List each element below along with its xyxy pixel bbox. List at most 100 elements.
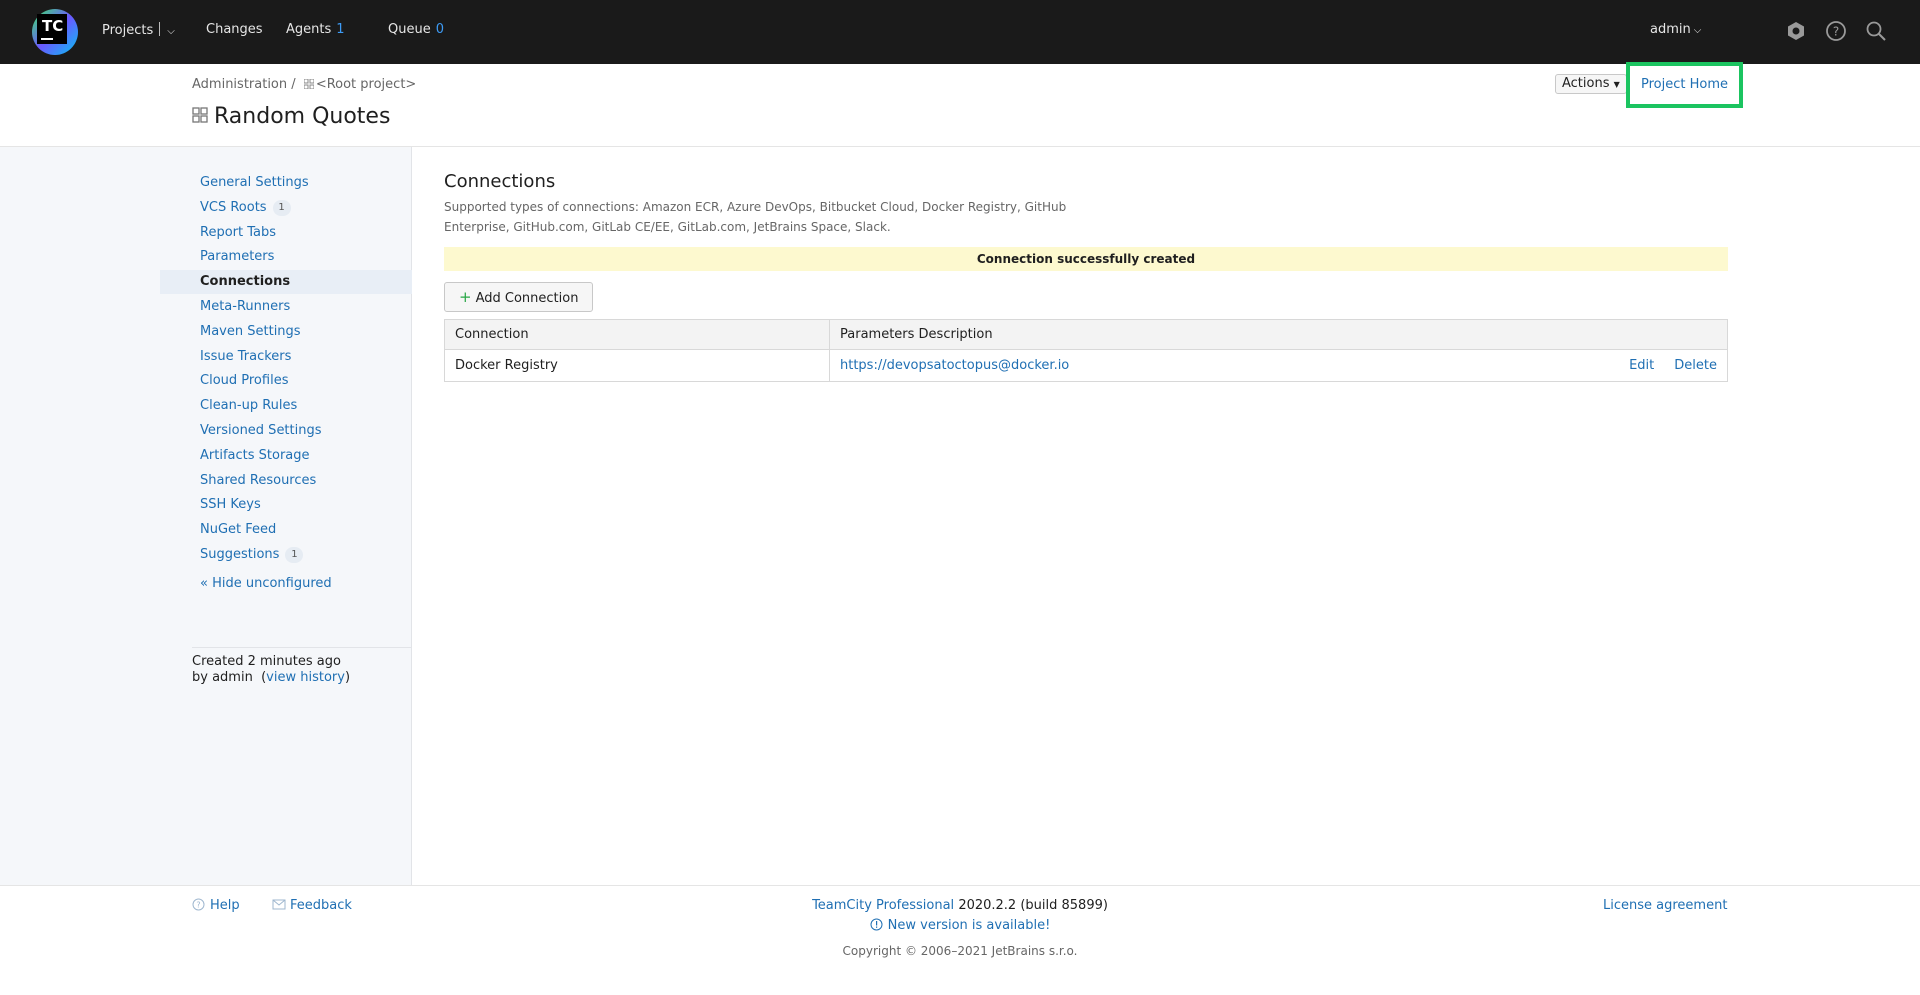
agents-link[interactable]: Agents 1 <box>286 22 345 37</box>
plus-icon: + <box>459 288 472 306</box>
sidebar-item-general-settings[interactable]: General Settings <box>160 171 412 195</box>
sidebar-item-label: Meta-Runners <box>200 299 291 314</box>
sidebar-item-label: Maven Settings <box>200 324 301 339</box>
queue-count: 0 <box>435 22 444 37</box>
add-connection-label: Add Connection <box>475 291 579 306</box>
created-info: Created 2 minutes ago by admin (view his… <box>192 654 350 686</box>
new-version-notice: New version is available! <box>0 918 1920 933</box>
administration-gear-icon[interactable] <box>1785 20 1807 42</box>
sidebar-item-label: Connections <box>200 274 291 289</box>
table-header-row: Connection Parameters Description <box>444 319 1728 350</box>
breadcrumb-root-project[interactable]: <Root project> <box>316 77 417 92</box>
copyright: Copyright © 2006–2021 JetBrains s.r.o. <box>842 944 1078 958</box>
page-title-text: Random Quotes <box>214 104 391 129</box>
agents-count: 1 <box>336 22 345 37</box>
breadcrumb-separator: / <box>291 77 296 92</box>
sidebar-item-label: Parameters <box>200 249 275 264</box>
sidebar-item-vcs-roots[interactable]: VCS Roots 1 <box>160 196 412 220</box>
sidebar-item-label: Issue Trackers <box>200 349 292 364</box>
page-title: Random Quotes <box>192 104 390 129</box>
project-icon <box>303 78 315 90</box>
table-row: Docker Registry https://devopsatoctopus@… <box>444 349 1728 382</box>
projects-menu[interactable]: Projects ⌵ <box>102 22 175 38</box>
sidebar-item-meta-runners[interactable]: Meta-Runners <box>160 295 412 319</box>
project-icon <box>192 104 208 123</box>
breadcrumb: Administration / <Root project> <box>192 77 416 92</box>
view-history-link[interactable]: view history <box>266 670 345 685</box>
sidebar-item-label: Report Tabs <box>200 225 277 240</box>
svg-text:?: ? <box>1833 25 1839 39</box>
success-message: Connection successfully created <box>444 247 1728 271</box>
column-header-parameters: Parameters Description <box>829 319 1728 350</box>
delete-link[interactable]: Delete <box>1674 358 1717 373</box>
user-label: admin <box>1650 22 1691 37</box>
version-text: 2020.2.2 (build 85899) <box>958 898 1108 913</box>
created-line: Created 2 minutes ago <box>192 654 341 669</box>
sidebar-item-clean-up-rules[interactable]: Clean-up Rules <box>160 394 412 418</box>
sidebar-divider <box>192 647 412 648</box>
hide-unconfigured-link[interactable]: « Hide unconfigured <box>200 576 332 591</box>
queue-link[interactable]: Queue 0 <box>388 22 444 37</box>
sidebar-item-label: Clean-up Rules <box>200 398 298 413</box>
search-icon[interactable] <box>1865 20 1887 42</box>
chevron-down-icon[interactable]: ⌵ <box>167 26 175 37</box>
sidebar-item-issue-trackers[interactable]: Issue Trackers <box>160 345 412 369</box>
license-agreement-link[interactable]: License agreement <box>1603 898 1727 913</box>
sidebar-item-label: Artifacts Storage <box>200 448 310 463</box>
sidebar-item-label: Suggestions <box>200 547 280 562</box>
created-by-line: by admin (view history) <box>192 670 350 686</box>
sidebar-item-label: NuGet Feed <box>200 522 277 537</box>
parameters-link[interactable]: https://devopsatoctopus@docker.io <box>840 358 1069 373</box>
column-header-connection: Connection <box>444 319 830 350</box>
parameters-description: https://devopsatoctopus@docker.io <box>829 349 1598 382</box>
chevron-down-icon: ⌵ <box>1693 25 1702 36</box>
sidebar-item-label: SSH Keys <box>200 497 261 512</box>
sidebar-item-ssh-keys[interactable]: SSH Keys <box>160 493 412 517</box>
sidebar-item-versioned-settings[interactable]: Versioned Settings <box>160 419 412 443</box>
sidebar-item-artifacts-storage[interactable]: Artifacts Storage <box>160 444 412 468</box>
section-description: Supported types of connections: Amazon E… <box>444 200 1067 234</box>
sidebar-item-cloud-profiles[interactable]: Cloud Profiles <box>160 369 412 393</box>
view-history-paren-close: ) <box>344 670 351 685</box>
projects-label: Projects <box>102 23 154 38</box>
created-by: by admin <box>192 670 253 685</box>
sidebar-item-maven-settings[interactable]: Maven Settings <box>160 320 412 344</box>
agents-label: Agents <box>286 22 332 37</box>
sidebar-item-suggestions[interactable]: Suggestions 1 <box>160 543 412 567</box>
sidebar-item-report-tabs[interactable]: Report Tabs <box>160 221 412 245</box>
row-actions: Edit Delete <box>1597 349 1728 382</box>
top-navigation-bar: TC Projects ⌵ Changes Agents 1 Queue 0 admi… <box>0 0 1920 64</box>
help-icon[interactable]: ? <box>1825 20 1847 42</box>
edit-link[interactable]: Edit <box>1629 358 1654 373</box>
sidebar-item-connections[interactable]: Connections <box>160 270 412 294</box>
new-version-link[interactable]: New version is available! <box>888 918 1051 933</box>
sidebar-item-label: Cloud Profiles <box>200 373 289 388</box>
add-connection-button[interactable]: + Add Connection <box>444 282 594 312</box>
logo-text: TC <box>42 17 64 35</box>
page-header: Administration / <Root project> Random Q… <box>0 62 1920 147</box>
sidebar-item-label: Versioned Settings <box>200 423 322 438</box>
sidebar-item-parameters[interactable]: Parameters <box>160 245 412 269</box>
caret-down-icon: ▼ <box>1613 80 1620 89</box>
footer: ? Help Feedback TeamCity Professional 202… <box>0 885 1920 995</box>
product-link[interactable]: TeamCity Professional <box>812 898 954 913</box>
teamcity-logo-icon[interactable]: TC <box>30 8 80 56</box>
sidebar-item-count-badge: 1 <box>272 200 291 216</box>
section-title: Connections <box>444 171 556 192</box>
queue-label: Queue <box>388 22 431 37</box>
breadcrumb-administration[interactable]: Administration <box>192 77 287 92</box>
changes-link[interactable]: Changes <box>206 22 263 37</box>
user-menu[interactable]: admin ⌵ <box>1650 22 1701 37</box>
sidebar-item-nuget-feed[interactable]: NuGet Feed <box>160 518 412 542</box>
sidebar-item-count-badge: 1 <box>285 547 304 563</box>
sidebar-item-shared-resources[interactable]: Shared Resources <box>160 469 412 493</box>
info-icon <box>870 918 883 931</box>
settings-sidebar: General Settings VCS Roots 1 Report Tabs Par… <box>0 147 412 885</box>
actions-button[interactable]: Actions ▼ <box>1555 74 1627 94</box>
sidebar-item-label: General Settings <box>200 175 309 190</box>
connection-name: Docker Registry <box>444 349 830 382</box>
project-home-link[interactable]: Project Home <box>1626 62 1743 108</box>
actions-label: Actions <box>1562 76 1610 91</box>
sidebar-item-label: Shared Resources <box>200 473 317 488</box>
projects-separator <box>159 22 161 36</box>
